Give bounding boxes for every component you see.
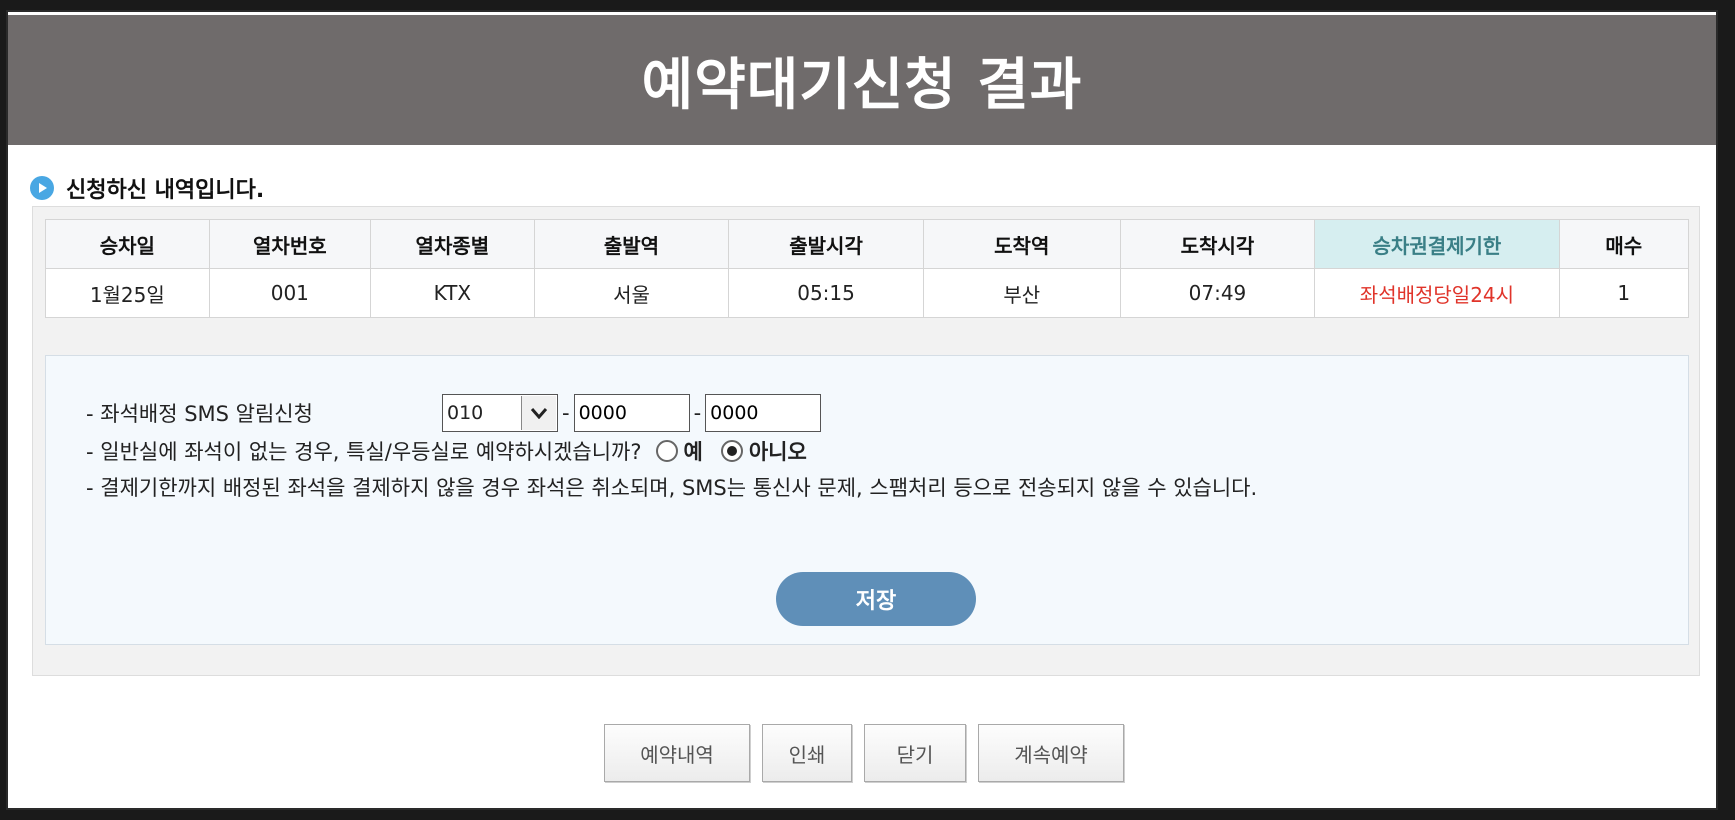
cell-train-number: 001	[208, 268, 372, 318]
sms-row: - 좌석배정 SMS 알림신청 010 - -	[86, 394, 822, 432]
cell-payment-deadline: 좌석배정당일24시	[1314, 268, 1560, 318]
page-title: 예약대기신청 결과	[641, 52, 1083, 118]
header-arrival-time: 도착시각	[1119, 219, 1316, 269]
upgrade-question-row: - 일반실에 좌석이 없는 경우, 특실/우등실로 예약하시겠습니까? 예 아니…	[86, 436, 821, 466]
section-title: 신청하신 내역입니다.	[30, 172, 264, 204]
reservation-history-button[interactable]: 예약내역	[604, 724, 750, 782]
radio-yes[interactable]	[655, 440, 678, 462]
phone-prefix-select[interactable]: 010	[442, 394, 558, 432]
header-arrival-station: 도착역	[922, 219, 1121, 269]
phone-dash: -	[562, 401, 570, 425]
cell-train-type: KTX	[370, 268, 535, 318]
phone-middle-input[interactable]	[573, 394, 690, 432]
header-boarding-date: 승차일	[45, 219, 210, 269]
continue-reservation-button[interactable]: 계속예약	[978, 724, 1124, 782]
save-button[interactable]: 저장	[776, 572, 976, 626]
chevron-down-icon[interactable]	[521, 396, 556, 430]
header-quantity: 매수	[1558, 219, 1690, 269]
popup-window: 예약대기신청 결과 신청하신 내역입니다. 승차일 열차번호 열차종별 출발역 …	[8, 12, 1716, 808]
phone-last-input[interactable]	[705, 394, 822, 432]
upgrade-radio-group: 예 아니오	[652, 436, 821, 466]
sms-label: - 좌석배정 SMS 알림신청	[86, 402, 313, 426]
section-title-text: 신청하신 내역입니다.	[66, 178, 265, 203]
print-button[interactable]: 인쇄	[762, 724, 852, 782]
header-departure-time: 출발시각	[728, 219, 924, 269]
header-departure-station: 출발역	[533, 219, 730, 269]
upgrade-question: - 일반실에 좌석이 없는 경우, 특실/우등실로 예약하시겠습니까?	[86, 440, 642, 464]
notice-row: - 결제기한까지 배정된 좌석을 결제하지 않을 경우 좌석은 취소되며, SM…	[86, 472, 1257, 502]
radio-no[interactable]	[720, 440, 743, 462]
play-bullet-icon	[30, 176, 54, 200]
bottom-button-bar: 예약내역 인쇄 닫기 계속예약	[604, 724, 1136, 782]
header-payment-deadline: 승차권결제기한	[1314, 219, 1560, 269]
table-row: 1월25일 001 KTX 서울 05:15 부산 07:49 좌석배정당일24…	[45, 268, 1690, 318]
phone-prefix-value: 010	[447, 402, 484, 424]
table-header-row: 승차일 열차번호 열차종별 출발역 출발시각 도착역 도착시각 승차권결제기한 …	[45, 219, 1690, 269]
sms-form-box: - 좌석배정 SMS 알림신청 010 - - - 일반실에 좌석이 없는 경우…	[45, 355, 1689, 645]
header-train-type: 열차종별	[370, 219, 535, 269]
reservation-table: 승차일 열차번호 열차종별 출발역 출발시각 도착역 도착시각 승차권결제기한 …	[45, 219, 1690, 318]
cell-arrival-station: 부산	[922, 268, 1121, 318]
notice-text: - 결제기한까지 배정된 좌석을 결제하지 않을 경우 좌석은 취소되며, SM…	[86, 476, 1258, 500]
close-button[interactable]: 닫기	[864, 724, 966, 782]
cell-departure-time: 05:15	[728, 268, 924, 318]
header-bar: 예약대기신청 결과	[8, 15, 1716, 145]
header-train-number: 열차번호	[208, 219, 372, 269]
phone-dash: -	[693, 401, 702, 425]
cell-arrival-time: 07:49	[1119, 268, 1316, 318]
content-box: 승차일 열차번호 열차종별 출발역 출발시각 도착역 도착시각 승차권결제기한 …	[32, 206, 1700, 676]
cell-departure-station: 서울	[533, 268, 730, 318]
cell-boarding-date: 1월25일	[45, 268, 210, 318]
radio-no-label[interactable]: 아니오	[749, 436, 807, 466]
cell-quantity: 1	[1558, 268, 1690, 318]
radio-yes-label[interactable]: 예	[684, 436, 703, 466]
